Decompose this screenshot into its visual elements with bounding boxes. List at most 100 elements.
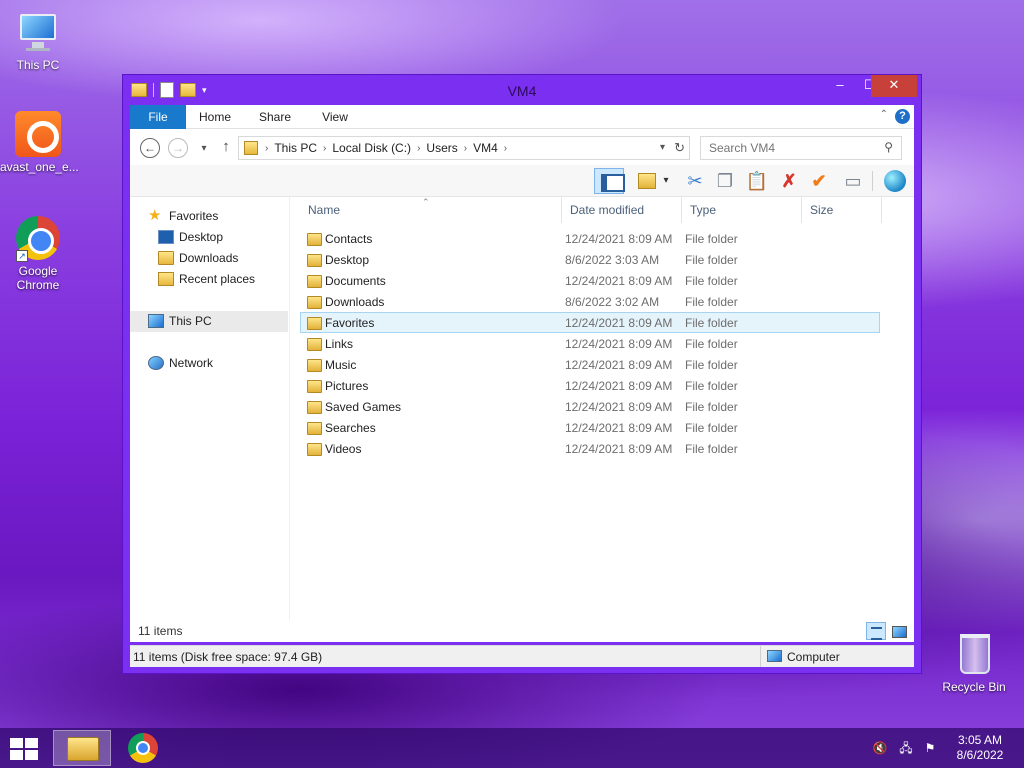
- desktop-icon-label: Google Chrome: [16, 264, 60, 292]
- tab-share[interactable]: Share: [250, 105, 300, 129]
- nav-item-recent-places[interactable]: Recent places: [158, 269, 255, 290]
- desktop-icon-recycle-bin[interactable]: Recycle Bin: [936, 630, 1012, 694]
- tab-view[interactable]: View: [310, 105, 360, 129]
- forward-button[interactable]: →: [168, 138, 188, 158]
- file-rows: Contacts 12/24/2021 8:09 AM File folder De…: [300, 228, 880, 459]
- table-row[interactable]: Links 12/24/2021 8:09 AM File folder: [300, 333, 880, 354]
- file-type: File folder: [685, 358, 738, 372]
- folder-icon: [307, 359, 322, 372]
- file-date: 12/24/2021 8:09 AM: [565, 316, 673, 330]
- large-icons-view-button[interactable]: [888, 622, 908, 640]
- desktop-icon-this-pc[interactable]: This PC: [0, 8, 76, 72]
- recent-locations-button[interactable]: ▾: [198, 140, 210, 160]
- search-icon[interactable]: ⚲: [884, 140, 893, 154]
- file-name: Documents: [325, 274, 386, 288]
- file-date: 12/24/2021 8:09 AM: [565, 232, 673, 246]
- file-list: ⌃ Name Date modified Type Size Contacts 1…: [300, 197, 910, 642]
- action-center-flag-icon[interactable]: ⚑: [922, 741, 938, 755]
- network-icon[interactable]: 🖧: [898, 741, 914, 755]
- file-name: Searches: [325, 421, 376, 435]
- close-button[interactable]: ✕: [871, 75, 917, 97]
- breadcrumb-item[interactable]: Local Disk (C:): [332, 141, 411, 155]
- folder-icon: [307, 275, 322, 288]
- file-date: 8/6/2022 3:03 AM: [565, 253, 660, 267]
- table-row-selected[interactable]: Favorites 12/24/2021 8:09 AM File folder: [300, 312, 880, 333]
- system-clock[interactable]: 3:05 AM 8/6/2022: [944, 733, 1016, 763]
- nav-item-desktop[interactable]: Desktop: [158, 227, 223, 248]
- minimize-button[interactable]: –: [825, 75, 855, 97]
- taskbar-chrome[interactable]: [116, 730, 172, 766]
- expand-ribbon-icon[interactable]: ⌃: [880, 109, 888, 120]
- file-type: File folder: [685, 274, 738, 288]
- chevron-right-icon[interactable]: ›: [464, 143, 467, 154]
- file-type: File folder: [685, 400, 738, 414]
- table-row[interactable]: Contacts 12/24/2021 8:09 AM File folder: [300, 228, 880, 249]
- column-header-name[interactable]: ⌃ Name: [300, 197, 562, 223]
- delete-icon[interactable]: ✗: [776, 168, 802, 194]
- column-header-type[interactable]: Type: [682, 197, 802, 223]
- table-row[interactable]: Documents 12/24/2021 8:09 AM File folder: [300, 270, 880, 291]
- folder-icon: [307, 317, 322, 330]
- file-type: File folder: [685, 442, 738, 456]
- details-view-button[interactable]: [866, 622, 886, 640]
- breadcrumb-item[interactable]: This PC: [274, 141, 317, 155]
- globe-icon[interactable]: [882, 168, 908, 194]
- tab-home[interactable]: Home: [190, 105, 240, 129]
- folder-icon: [307, 443, 322, 456]
- file-type: File folder: [685, 316, 738, 330]
- nav-item-network[interactable]: Network: [148, 353, 213, 374]
- paste-icon[interactable]: 📋: [744, 168, 770, 194]
- file-date: 12/24/2021 8:09 AM: [565, 274, 673, 288]
- location-label: Computer: [787, 650, 840, 664]
- checkmark-icon[interactable]: ✔: [806, 168, 832, 194]
- nav-item-label: Network: [169, 356, 214, 370]
- search-input[interactable]: [701, 137, 871, 159]
- back-button[interactable]: ←: [140, 138, 160, 158]
- table-row[interactable]: Searches 12/24/2021 8:09 AM File folder: [300, 417, 880, 438]
- breadcrumb-item[interactable]: Users: [426, 141, 457, 155]
- copy-icon[interactable]: ❐: [712, 168, 738, 194]
- chevron-right-icon[interactable]: ›: [417, 143, 420, 154]
- desktop-icon-avast[interactable]: avast_one_e...: [0, 110, 79, 174]
- chevron-right-icon[interactable]: ›: [504, 143, 507, 154]
- chevron-right-icon[interactable]: ›: [265, 143, 268, 154]
- chevron-down-icon[interactable]: ▾: [660, 168, 672, 194]
- computer-icon: [148, 314, 164, 328]
- chevron-down-icon[interactable]: ▾: [660, 142, 665, 153]
- tab-file[interactable]: File: [130, 105, 186, 129]
- nav-item-downloads[interactable]: Downloads: [158, 248, 238, 269]
- chevron-right-icon[interactable]: ›: [323, 143, 326, 154]
- table-row[interactable]: Videos 12/24/2021 8:09 AM File folder: [300, 438, 880, 459]
- table-row[interactable]: Downloads 8/6/2022 3:02 AM File folder: [300, 291, 880, 312]
- column-header-date-modified[interactable]: Date modified: [562, 197, 682, 223]
- nav-item-label: Desktop: [179, 230, 224, 244]
- volume-muted-icon[interactable]: 🔇: [872, 741, 888, 755]
- navigation-bar: ← → ▾ ↑ › This PC › Local Disk (C:) › Us…: [130, 129, 914, 165]
- help-icon[interactable]: ?: [895, 109, 910, 124]
- windows-start-icon[interactable]: [10, 738, 38, 760]
- file-name: Contacts: [325, 232, 373, 246]
- rename-icon[interactable]: ▭: [840, 168, 866, 194]
- new-folder-icon[interactable]: [634, 168, 660, 194]
- title-bar[interactable]: ▾ VM4 – ☐ ✕: [123, 75, 921, 105]
- navigation-pane-button[interactable]: [594, 168, 625, 194]
- taskbar-file-explorer[interactable]: [53, 730, 111, 766]
- column-header-size[interactable]: Size: [802, 197, 882, 223]
- breadcrumb-item[interactable]: VM4: [473, 141, 498, 155]
- clock-date: 8/6/2022: [956, 748, 1004, 762]
- table-row[interactable]: Desktop 8/6/2022 3:03 AM File folder: [300, 249, 880, 270]
- search-box[interactable]: ⚲: [700, 136, 902, 160]
- item-count: 11 items: [138, 624, 183, 638]
- up-button[interactable]: ↑: [216, 138, 236, 158]
- cut-icon[interactable]: ✂: [682, 168, 708, 194]
- file-type: File folder: [685, 379, 738, 393]
- nav-item-favorites[interactable]: ★ Favorites: [148, 205, 218, 226]
- refresh-icon[interactable]: ↻: [674, 140, 685, 156]
- address-bar[interactable]: › This PC › Local Disk (C:) › Users › VM…: [238, 136, 690, 160]
- file-name: Favorites: [325, 316, 375, 330]
- table-row[interactable]: Music 12/24/2021 8:09 AM File folder: [300, 354, 880, 375]
- desktop-icon-google-chrome[interactable]: ↗ Google Chrome: [0, 214, 76, 292]
- table-row[interactable]: Pictures 12/24/2021 8:09 AM File folder: [300, 375, 880, 396]
- nav-item-this-pc[interactable]: This PC: [130, 311, 288, 332]
- table-row[interactable]: Saved Games 12/24/2021 8:09 AM File folder: [300, 396, 880, 417]
